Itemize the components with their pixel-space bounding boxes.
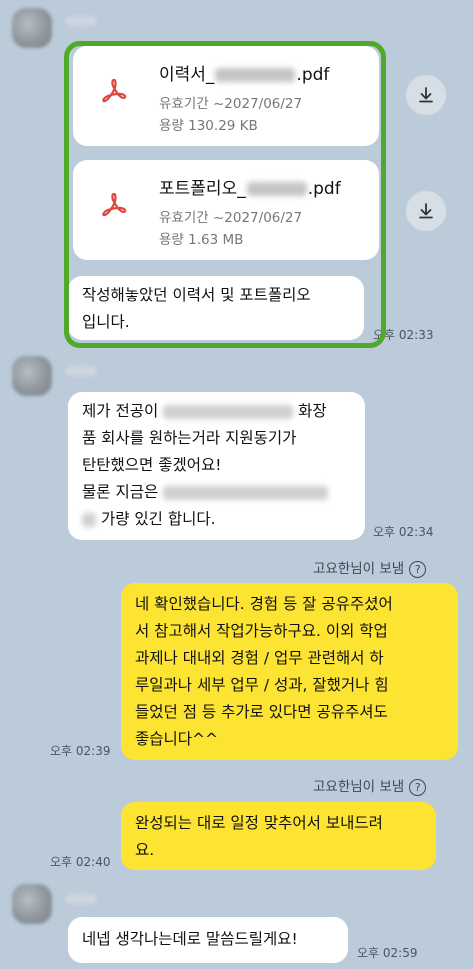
message-line: 가량 있긴 합니다. bbox=[82, 506, 216, 533]
message-line: 완성되는 대로 일정 맞추어서 보내드려 bbox=[135, 814, 383, 832]
received-message[interactable]: 제가 전공이 화장 품 회사를 원하는거라 지원동기가 탄탄했으면 좋겠어요! … bbox=[68, 392, 365, 540]
sent-by-label: 고요한님이 보냄? bbox=[313, 557, 427, 578]
message-time: 오후 02:34 bbox=[373, 525, 434, 539]
message-time: 오후 02:39 bbox=[50, 744, 111, 758]
highlight-frame bbox=[64, 41, 386, 348]
message-line: 들었던 점 등 추가로 있다면 공유주셔도 bbox=[135, 703, 388, 721]
message-line: 제가 전공이 화장 bbox=[82, 402, 327, 420]
message-line: 요. bbox=[135, 841, 155, 859]
help-icon[interactable]: ? bbox=[409, 778, 427, 796]
message-line: 서 참고해서 작업가능하구요. 이외 학업 bbox=[135, 622, 388, 640]
message-line: 탄탄했으면 좋겠어요! bbox=[82, 456, 222, 474]
message-line: 네 확인했습니다. 경험 등 잘 공유주셨어 bbox=[135, 595, 393, 613]
sender-name-blurred bbox=[66, 894, 96, 904]
sent-by-label: 고요한님이 보냄? bbox=[313, 775, 427, 796]
message-line: 과제나 대내외 경험 / 업무 관련해서 하 bbox=[135, 649, 384, 667]
download-button[interactable] bbox=[405, 190, 447, 232]
message-line: 루일과나 세부 업무 / 성과, 잘했거나 힘 bbox=[135, 676, 389, 694]
message-time: 오후 02:40 bbox=[50, 855, 111, 869]
help-icon[interactable]: ? bbox=[409, 560, 427, 578]
received-message[interactable]: 네넵 생각나는데로 말씀드릴게요! bbox=[68, 917, 348, 963]
sender-avatar[interactable] bbox=[12, 8, 52, 48]
download-icon bbox=[419, 203, 433, 219]
sender-avatar[interactable] bbox=[12, 356, 52, 396]
message-line: 네넵 생각나는데로 말씀드릴게요! bbox=[82, 930, 298, 948]
sender-name-blurred bbox=[66, 16, 96, 26]
sender-avatar[interactable] bbox=[12, 884, 52, 924]
download-icon bbox=[419, 87, 433, 103]
sent-message[interactable]: 완성되는 대로 일정 맞추어서 보내드려 요. bbox=[121, 802, 436, 870]
message-line: 품 회사를 원하는거라 지원동기가 bbox=[82, 429, 297, 447]
message-line: 물론 지금은 bbox=[82, 479, 329, 506]
blurred-text bbox=[163, 404, 294, 419]
blurred-text bbox=[163, 485, 329, 500]
download-button[interactable] bbox=[405, 74, 447, 116]
blurred-text bbox=[82, 512, 96, 527]
message-line: 좋습니다^^ bbox=[135, 730, 219, 748]
sent-message[interactable]: 네 확인했습니다. 경험 등 잘 공유주셨어 서 참고해서 작업가능하구요. 이… bbox=[121, 583, 458, 760]
sender-name-blurred bbox=[66, 366, 96, 376]
message-time: 오후 02:59 bbox=[357, 946, 418, 960]
